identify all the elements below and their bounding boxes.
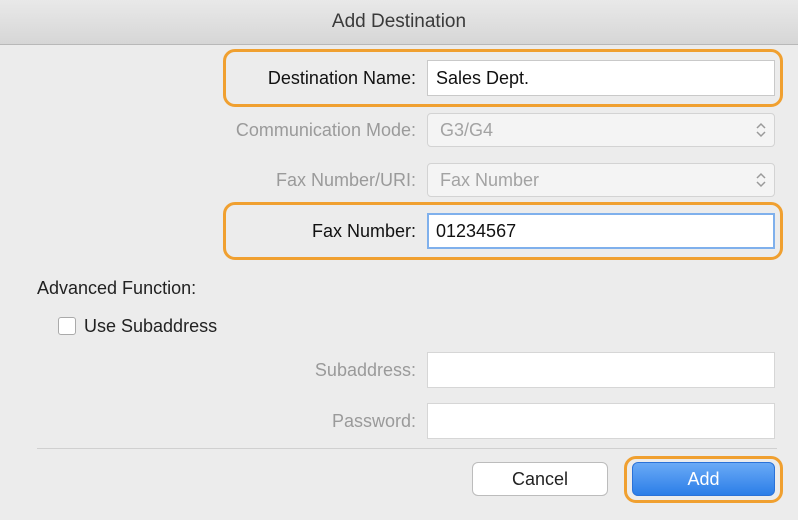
password-label: Password: bbox=[331, 411, 416, 431]
subaddress-label: Subaddress: bbox=[314, 360, 416, 380]
fax-number-uri-label: Fax Number/URI: bbox=[275, 170, 416, 190]
communication-mode-value: G3/G4 bbox=[440, 120, 494, 140]
advanced-function-heading: Advanced Function: bbox=[37, 278, 197, 298]
fax-number-row: Fax Number: 01234567 bbox=[0, 211, 798, 251]
password-row: Password: bbox=[0, 401, 798, 441]
use-subaddress-label[interactable]: Use Subaddress bbox=[84, 314, 217, 338]
destination-name-label: Destination Name: bbox=[267, 68, 416, 88]
updown-chevron-icon bbox=[756, 164, 766, 196]
cancel-button[interactable]: Cancel bbox=[472, 462, 608, 496]
password-field[interactable] bbox=[427, 403, 775, 439]
fax-number-uri-select[interactable]: Fax Number bbox=[427, 163, 775, 197]
communication-mode-row: Communication Mode: G3/G4 bbox=[0, 110, 798, 150]
add-button[interactable]: Add bbox=[632, 462, 775, 496]
communication-mode-select[interactable]: G3/G4 bbox=[427, 113, 775, 147]
fax-number-uri-row: Fax Number/URI: Fax Number bbox=[0, 160, 798, 200]
fax-number-label: Fax Number: bbox=[311, 221, 416, 241]
fax-number-uri-value: Fax Number bbox=[440, 170, 540, 190]
fax-number-field[interactable]: 01234567 bbox=[427, 213, 775, 249]
destination-name-row: Destination Name: Sales Dept. bbox=[0, 58, 798, 98]
subaddress-row: Subaddress: bbox=[0, 350, 798, 390]
window-title: Add Destination bbox=[0, 0, 798, 45]
divider bbox=[37, 448, 777, 449]
communication-mode-label: Communication Mode: bbox=[235, 120, 416, 140]
use-subaddress-checkbox[interactable] bbox=[58, 317, 76, 335]
updown-chevron-icon bbox=[756, 114, 766, 146]
destination-name-field[interactable]: Sales Dept. bbox=[427, 60, 775, 96]
subaddress-field[interactable] bbox=[427, 352, 775, 388]
